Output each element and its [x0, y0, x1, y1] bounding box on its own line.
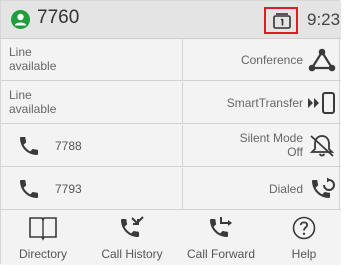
conference-key[interactable]: Conference [184, 39, 341, 81]
directory-label: Directory [18, 247, 67, 261]
call-history-softkey[interactable]: Call History [89, 210, 175, 265]
status-bar: 7760 9:23 [1, 1, 341, 39]
smart-transfer-icon [308, 92, 335, 114]
call-history-icon [121, 216, 144, 237]
help-label: Help [291, 247, 317, 261]
phone-icon [20, 137, 38, 155]
line-key-2[interactable]: Line available [1, 82, 183, 124]
call-history-label: Call History [101, 247, 163, 261]
user-status-icon [11, 10, 30, 29]
extension-number: 7760 [37, 7, 80, 28]
speed-dial-number: 7788 [55, 139, 82, 153]
line-key-1[interactable]: Line available [1, 39, 183, 81]
call-forward-icon [210, 217, 232, 237]
speed-dial-7793[interactable]: 7793 [1, 168, 183, 210]
silent-mode-key[interactable]: Silent Mode Off [184, 125, 341, 167]
speed-dial-number: 7793 [55, 182, 82, 196]
directory-softkey[interactable]: Directory [1, 210, 85, 265]
silent-mode-label: Silent Mode [239, 131, 303, 145]
line-key-row: Line available SmartTransfer [1, 82, 341, 124]
line-key-row: Line available Conference [1, 39, 341, 81]
clock: 9:23 [307, 10, 341, 29]
line-key-label: Line [9, 45, 32, 59]
help-icon [292, 216, 316, 240]
phone-icon [20, 180, 38, 198]
line-key-row: 7793 Dialed [1, 168, 341, 210]
smart-transfer-label: SmartTransfer [226, 96, 303, 110]
smart-transfer-key[interactable]: SmartTransfer [184, 82, 341, 124]
dialed-label: Dialed [268, 182, 303, 196]
line-key-label: Line [9, 88, 32, 102]
book-icon [29, 217, 57, 241]
line-count-icon [273, 13, 291, 29]
call-forward-softkey[interactable]: Call Forward [177, 210, 265, 265]
dialed-call-icon [312, 177, 335, 198]
line-count-indicator[interactable] [264, 7, 298, 34]
conference-label: Conference [240, 53, 303, 67]
call-forward-label: Call Forward [186, 247, 255, 261]
silent-mode-status: Off [287, 145, 303, 159]
dialed-key[interactable]: Dialed [184, 168, 341, 210]
line-key-row: 7788 Silent Mode Off [1, 125, 341, 167]
line-key-status: available [9, 102, 57, 116]
conference-icon [308, 48, 336, 72]
bell-off-icon [309, 135, 335, 157]
speed-dial-7788[interactable]: 7788 [1, 125, 183, 167]
softkey-bar: Directory Call History Call Forward Help [1, 210, 341, 265]
phone-screen: 7760 9:23 Line available Conference Line… [0, 0, 341, 265]
help-softkey[interactable]: Help [269, 210, 339, 265]
line-key-status: available [9, 59, 57, 73]
